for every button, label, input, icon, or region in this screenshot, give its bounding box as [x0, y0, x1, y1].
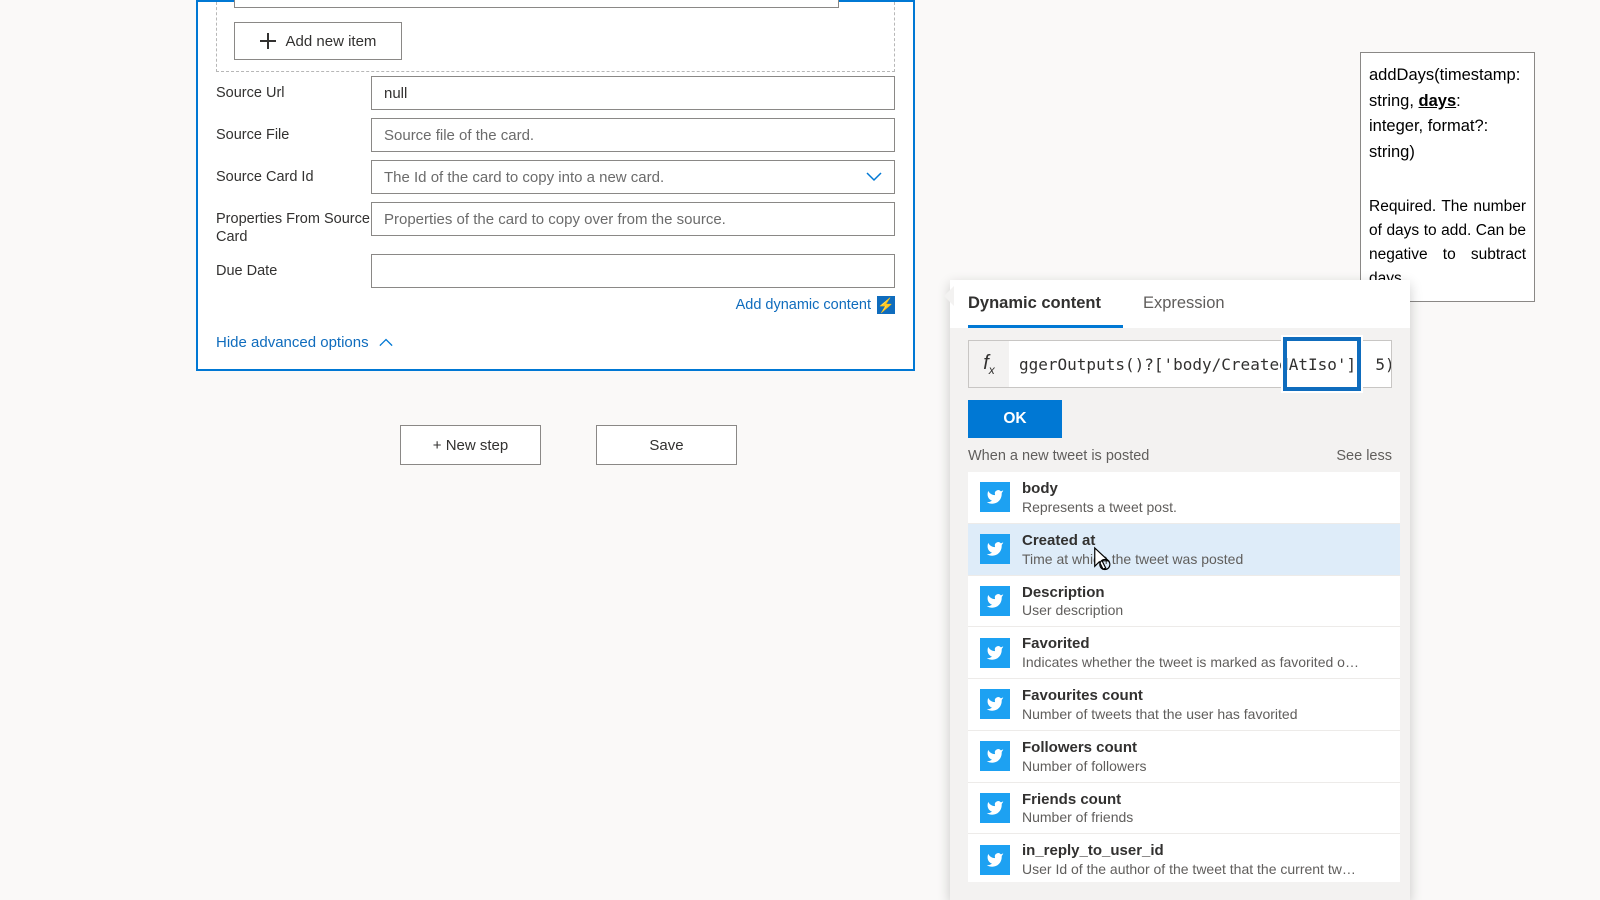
ok-button[interactable]: OK	[968, 400, 1062, 438]
due-date-label: Due Date	[216, 254, 371, 280]
section-title: When a new tweet is posted	[968, 448, 1149, 464]
props-label: Properties From Source Card	[216, 202, 371, 246]
list-item[interactable]: Friends countNumber of friends	[968, 783, 1400, 835]
tab-dynamic-content[interactable]: Dynamic content	[968, 280, 1123, 328]
twitter-icon	[980, 845, 1010, 875]
source-url-input[interactable]	[371, 76, 895, 110]
bottom-button-row: + New step Save	[400, 425, 737, 465]
tab-expression[interactable]: Expression	[1143, 280, 1247, 328]
list-item[interactable]: FavoritedIndicates whether the tweet is …	[968, 627, 1400, 679]
hide-advanced-options-link[interactable]: Hide advanced options	[216, 334, 895, 351]
popover-tabs: Dynamic content Expression	[950, 280, 1410, 328]
items-box: Add new item	[216, 2, 895, 72]
props-input[interactable]	[371, 202, 895, 236]
due-date-input[interactable]	[371, 254, 895, 288]
cursor-icon	[1092, 545, 1114, 573]
item-input-prev[interactable]	[234, 0, 839, 8]
list-item[interactable]: in_reply_to_user_idUser Id of the author…	[968, 834, 1400, 882]
expression-input-row: fx ggerOutputs()?['body/CreatedAtIso'], …	[968, 340, 1392, 388]
twitter-icon	[980, 741, 1010, 771]
list-item[interactable]: Followers countNumber of followers	[968, 731, 1400, 783]
list-item[interactable]: Favourites countNumber of tweets that th…	[968, 679, 1400, 731]
fx-icon: fx	[969, 341, 1009, 387]
dynamic-content-list: ▲ bodyRepresents a tweet post. Created a…	[968, 472, 1400, 882]
twitter-icon	[980, 482, 1010, 512]
save-button[interactable]: Save	[596, 425, 737, 465]
list-item[interactable]: Created atTime at which the tweet was po…	[968, 524, 1400, 576]
twitter-icon	[980, 638, 1010, 668]
dynamic-content-popover: Dynamic content Expression fx ggerOutput…	[950, 280, 1410, 900]
twitter-icon	[980, 534, 1010, 564]
hide-advanced-label: Hide advanced options	[216, 334, 369, 351]
twitter-icon	[980, 689, 1010, 719]
source-card-id-label: Source Card Id	[216, 160, 371, 186]
parameter-tooltip: addDays(timestamp: string, days: integer…	[1360, 52, 1535, 302]
twitter-icon	[980, 793, 1010, 823]
list-item[interactable]: DescriptionUser description	[968, 576, 1400, 628]
add-dynamic-content-label: Add dynamic content	[736, 297, 871, 313]
chevron-up-icon	[379, 336, 393, 350]
chevron-down-icon	[866, 169, 882, 185]
source-card-id-placeholder: The Id of the card to copy into a new ca…	[384, 169, 664, 186]
source-url-label: Source Url	[216, 76, 371, 102]
see-less-link[interactable]: See less	[1336, 448, 1392, 464]
list-item[interactable]: bodyRepresents a tweet post.	[968, 472, 1400, 524]
source-card-id-select[interactable]: The Id of the card to copy into a new ca…	[371, 160, 895, 194]
twitter-icon	[980, 586, 1010, 616]
tooltip-description: Required. The number of days to add. Can…	[1369, 195, 1526, 291]
add-dynamic-content-link[interactable]: Add dynamic content ⚡	[736, 296, 895, 314]
dynamic-content-icon: ⚡	[877, 296, 895, 314]
plus-icon	[260, 33, 276, 49]
expression-input[interactable]: ggerOutputs()?['body/CreatedAtIso'], 5)	[1009, 355, 1391, 374]
action-card: Add new item Source Url Source File Sour…	[196, 0, 915, 371]
add-new-item-label: Add new item	[286, 33, 377, 50]
new-step-button[interactable]: + New step	[400, 425, 541, 465]
source-file-input[interactable]	[371, 118, 895, 152]
add-new-item-button[interactable]: Add new item	[234, 22, 402, 60]
source-file-label: Source File	[216, 118, 371, 144]
